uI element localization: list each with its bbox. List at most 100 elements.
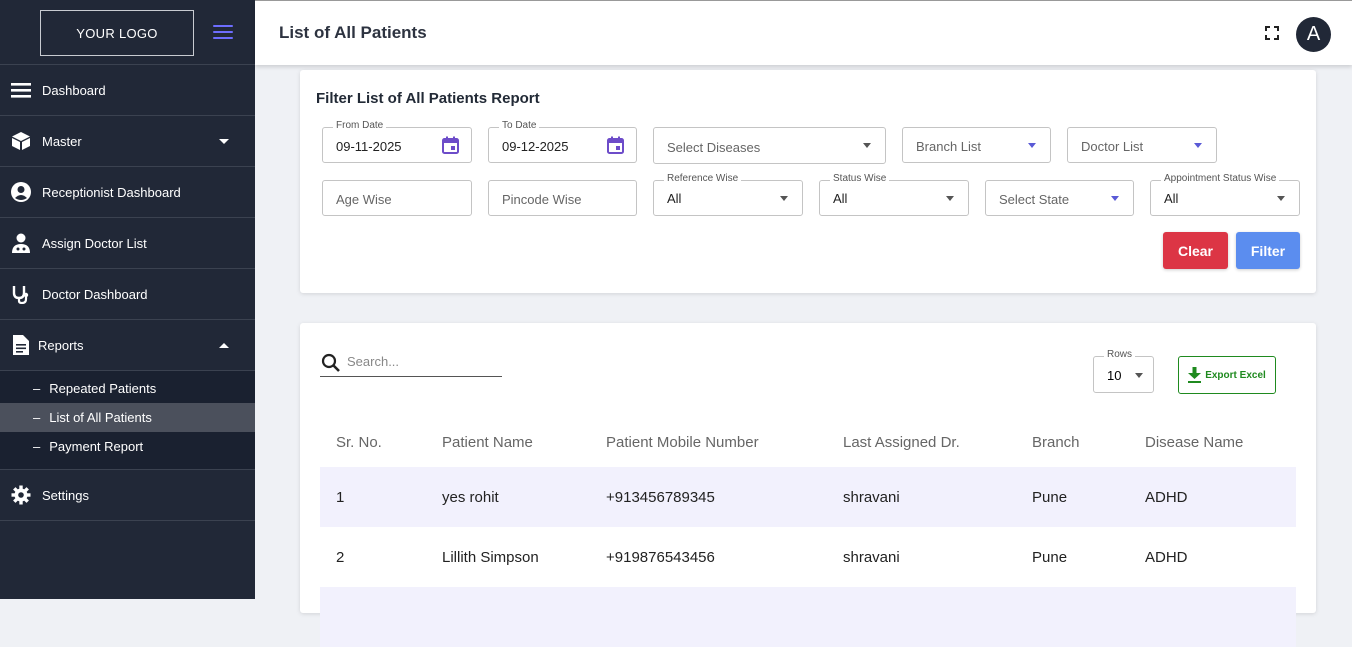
cell-mobile: +913456789345 — [590, 467, 827, 527]
sidebar-item-settings[interactable]: Settings — [0, 470, 255, 521]
reference-wise-label: Reference Wise — [664, 173, 742, 184]
status-wise-value: All — [833, 191, 848, 206]
select-diseases-dropdown[interactable]: Select Diseases — [653, 127, 886, 164]
sidebar-item-doctor-dashboard[interactable]: Doctor Dashboard — [0, 269, 255, 320]
select-state-dropdown[interactable]: Select State — [985, 180, 1134, 216]
reports-submenu: – Repeated Patients – List of All Patients… — [0, 371, 255, 470]
dash-icon: – — [33, 381, 41, 396]
sidebar: YOUR LOGO Dashboard Master Receptionist … — [0, 0, 255, 599]
table-row[interactable]: 1 yes rohit +913456789345 shravani Pune … — [320, 467, 1296, 527]
cell-mobile: +919876543456 — [606, 548, 715, 566]
filter-button[interactable]: Filter — [1236, 232, 1300, 269]
pincode-wise-placeholder: Pincode Wise — [502, 192, 582, 207]
search-input[interactable] — [347, 354, 497, 369]
export-excel-label: Export Excel — [1205, 369, 1266, 381]
sidebar-item-label: Settings — [42, 487, 89, 503]
column-header-disease-name[interactable]: Disease Name — [1129, 417, 1296, 467]
user-circle-icon — [10, 181, 32, 203]
chevron-down-icon — [1277, 196, 1285, 201]
column-header-branch[interactable]: Branch — [1016, 417, 1129, 467]
table-header-row: Sr. No. Patient Name Patient Mobile Numb… — [320, 417, 1296, 467]
table-row[interactable]: 2 Lillith Simpson +919876543456 shravani… — [320, 527, 1296, 587]
sidebar-item-reports[interactable]: Reports — [0, 320, 255, 371]
logo: YOUR LOGO — [40, 10, 194, 56]
appointment-status-select[interactable]: Appointment Status Wise All — [1150, 173, 1300, 216]
cell-doctor: shravani — [827, 467, 1016, 527]
sidebar-item-label: Master — [42, 133, 82, 149]
search-box[interactable] — [320, 351, 502, 377]
age-wise-placeholder: Age Wise — [336, 192, 392, 207]
sidebar-subitem-repeated-patients[interactable]: – Repeated Patients — [0, 374, 255, 403]
sidebar-item-receptionist-dashboard[interactable]: Receptionist Dashboard — [0, 167, 255, 218]
logo-row: YOUR LOGO — [0, 0, 255, 65]
pincode-wise-input[interactable]: Pincode Wise — [488, 180, 637, 216]
page-title: List of All Patients — [279, 23, 427, 42]
chevron-down-icon — [1028, 143, 1036, 148]
sidebar-item-master[interactable]: Master — [0, 116, 255, 167]
reference-wise-value: All — [667, 191, 682, 206]
sidebar-item-label: Reports — [38, 337, 84, 353]
column-header-sr-no[interactable]: Sr. No. — [320, 417, 426, 467]
filter-title: Filter List of All Patients Report — [316, 90, 540, 107]
column-header-patient-name[interactable]: Patient Name — [426, 417, 590, 467]
document-icon — [10, 334, 32, 356]
status-wise-select[interactable]: Status Wise All — [819, 173, 969, 216]
branch-list-dropdown[interactable]: Branch List — [902, 127, 1051, 163]
cell-disease: ADHD — [1145, 548, 1188, 566]
column-header-mobile[interactable]: Patient Mobile Number — [590, 417, 827, 467]
table-row-partial — [320, 587, 1296, 647]
clear-button[interactable]: Clear — [1163, 232, 1228, 269]
sidebar-item-label: Assign Doctor List — [42, 235, 147, 251]
patients-table-card: Rows 10 Export Excel Sr. No. Patient Nam… — [300, 323, 1316, 647]
cell-patient-name: yes rohit — [426, 467, 590, 527]
age-wise-input[interactable]: Age Wise — [322, 180, 472, 216]
rows-per-page-select[interactable]: Rows 10 — [1093, 349, 1154, 393]
filter-card: Filter List of All Patients Report From … — [300, 70, 1316, 293]
cell-branch: Pune — [1032, 548, 1068, 566]
avatar[interactable]: A — [1296, 17, 1331, 52]
status-wise-label: Status Wise — [830, 173, 890, 184]
rows-value: 10 — [1107, 368, 1122, 383]
sidebar-item-label: Doctor Dashboard — [42, 286, 148, 302]
from-date-label: From Date — [333, 120, 387, 131]
cube-icon — [10, 130, 32, 152]
sidebar-item-label: Receptionist Dashboard — [42, 184, 181, 200]
branch-list-placeholder: Branch List — [916, 139, 982, 154]
from-date-value: 09-11-2025 — [336, 139, 402, 154]
doctor-icon — [10, 232, 32, 254]
from-date-field[interactable]: From Date 09-11-2025 — [322, 120, 472, 163]
fullscreen-icon[interactable] — [1265, 26, 1279, 40]
reference-wise-select[interactable]: Reference Wise All — [653, 173, 803, 216]
subitem-label: Repeated Patients — [49, 381, 157, 396]
chevron-down-icon — [780, 196, 788, 201]
header: List of All Patients A — [255, 0, 1352, 65]
to-date-value: 09-12-2025 — [502, 139, 569, 154]
menu-lines-icon — [10, 79, 32, 101]
to-date-label: To Date — [499, 120, 540, 131]
patients-table: Sr. No. Patient Name Patient Mobile Numb… — [320, 417, 1296, 647]
to-date-field[interactable]: To Date 09-12-2025 — [488, 120, 637, 163]
stethoscope-icon — [10, 283, 32, 305]
sidebar-item-label: Dashboard — [42, 82, 106, 98]
hamburger-menu-icon[interactable] — [213, 25, 233, 40]
rows-label: Rows — [1104, 349, 1136, 360]
calendar-icon[interactable] — [607, 136, 624, 154]
cell-doctor: shravani — [843, 548, 900, 566]
gear-icon — [10, 484, 32, 506]
cell-patient-name: Lillith Simpson — [442, 548, 539, 566]
select-state-placeholder: Select State — [999, 192, 1070, 207]
sidebar-subitem-payment-report[interactable]: – Payment Report — [0, 432, 255, 461]
doctor-list-dropdown[interactable]: Doctor List — [1067, 127, 1217, 163]
sidebar-item-dashboard[interactable]: Dashboard — [0, 65, 255, 116]
table-row[interactable] — [320, 587, 1296, 647]
search-icon — [321, 353, 341, 378]
sidebar-subitem-list-of-all-patients[interactable]: – List of All Patients — [0, 403, 255, 432]
doctor-list-placeholder: Doctor List — [1081, 139, 1144, 154]
column-header-last-assigned-dr[interactable]: Last Assigned Dr. — [827, 417, 1016, 467]
sidebar-item-assign-doctor-list[interactable]: Assign Doctor List — [0, 218, 255, 269]
subitem-label: Payment Report — [49, 439, 144, 454]
chevron-up-icon — [219, 342, 229, 348]
export-excel-button[interactable]: Export Excel — [1178, 356, 1276, 394]
chevron-down-icon — [863, 143, 871, 148]
calendar-icon[interactable] — [442, 136, 459, 154]
